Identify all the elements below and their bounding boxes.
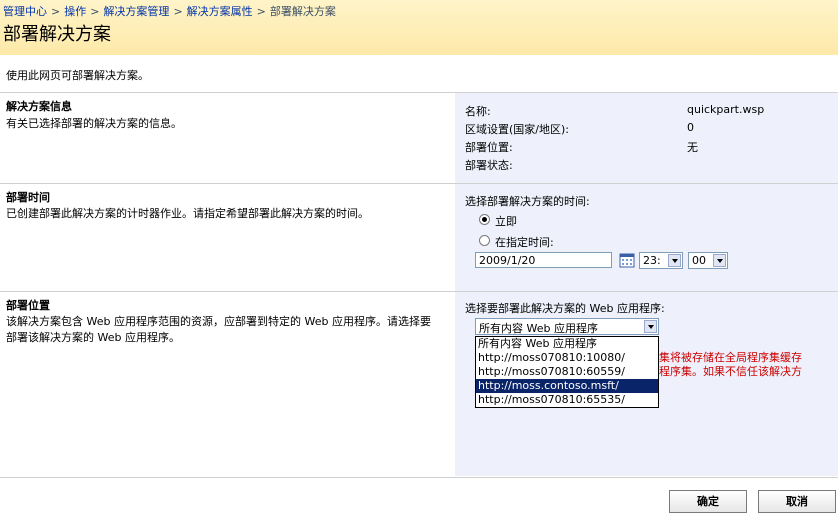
page-description: 使用此网页可部署解决方案。 <box>6 69 149 82</box>
solution-info-title: 解决方案信息 <box>6 100 72 113</box>
deploy-location-prompt: 选择要部署此解决方案的 Web 应用程序: <box>465 302 665 315</box>
calendar-icon[interactable] <box>619 252 635 268</box>
solution-info-description: 有关已选择部署的解决方案的信息。 <box>6 117 182 130</box>
deploy-location-description: 该解决方案包含 Web 应用程序范围的资源，应部署到特定的 Web 应用程序。请… <box>6 315 431 344</box>
locale-label: 区域设置(国家/地区): <box>465 123 569 136</box>
breadcrumb-solution-management[interactable]: 解决方案管理 <box>103 5 169 18</box>
dropdown-option[interactable]: http://moss070810:60559/ <box>476 365 658 379</box>
deployed-to-label: 部署位置: <box>465 141 513 154</box>
web-app-select-value: 所有内容 Web 应用程序 <box>479 322 598 335</box>
chevron-down-icon <box>713 254 726 267</box>
deployment-status-label: 部署状态: <box>465 159 513 172</box>
dropdown-option[interactable]: 所有内容 Web 应用程序 <box>476 337 658 351</box>
name-label: 名称: <box>465 105 491 118</box>
breadcrumb-separator: > <box>173 5 183 18</box>
deploy-time-title: 部署时间 <box>6 191 50 204</box>
radio-now[interactable] <box>479 214 490 225</box>
minute-select[interactable]: 00 <box>688 252 728 269</box>
warning-text-line2: 程序集。如果不信任该解决方 <box>659 365 802 378</box>
web-app-dropdown-list: 所有内容 Web 应用程序 http://moss070810:10080/ h… <box>475 336 659 408</box>
deploy-location-title: 部署位置 <box>6 299 50 312</box>
radio-specific-time[interactable] <box>479 235 490 246</box>
deployed-to-value: 无 <box>687 141 698 154</box>
divider <box>0 183 838 184</box>
page-header: 管理中心 > 操作 > 解决方案管理 > 解决方案属性 > 部署解决方案 部署解决方案 <box>0 0 838 55</box>
chevron-down-icon <box>668 254 681 267</box>
ok-button[interactable]: 确定 <box>669 490 747 513</box>
breadcrumb-solution-properties[interactable]: 解决方案属性 <box>187 5 253 18</box>
radio-specific-time-label: 在指定时间: <box>495 236 554 249</box>
name-value: quickpart.wsp <box>687 103 765 116</box>
hour-select-value: 23: <box>643 254 661 267</box>
page-title: 部署解决方案 <box>3 24 111 45</box>
divider <box>0 477 838 478</box>
web-app-select[interactable]: 所有内容 Web 应用程序 <box>475 318 659 335</box>
chevron-down-icon <box>644 320 657 333</box>
deploy-time-prompt: 选择部署解决方案的时间: <box>465 195 590 208</box>
dropdown-option-highlighted[interactable]: http://moss.contoso.msft/ <box>476 379 658 393</box>
breadcrumb-central-admin[interactable]: 管理中心 <box>3 5 47 18</box>
breadcrumb-separator: > <box>90 5 100 18</box>
hour-select[interactable]: 23: <box>639 252 683 269</box>
locale-value: 0 <box>687 121 694 134</box>
breadcrumb: 管理中心 > 操作 > 解决方案管理 > 解决方案属性 > 部署解决方案 <box>3 3 336 19</box>
minute-select-value: 00 <box>692 254 706 267</box>
breadcrumb-operations[interactable]: 操作 <box>64 5 86 18</box>
dropdown-option[interactable]: http://moss070810:10080/ <box>476 351 658 365</box>
radio-now-label: 立即 <box>495 215 517 228</box>
breadcrumb-separator: > <box>51 5 61 18</box>
breadcrumb-separator: > <box>256 5 266 18</box>
deploy-time-description: 已创建部署此解决方案的计时器作业。请指定希望部署此解决方案的时间。 <box>6 207 369 220</box>
divider <box>0 291 838 292</box>
cancel-button[interactable]: 取消 <box>758 490 836 513</box>
breadcrumb-current: 部署解决方案 <box>269 5 336 18</box>
date-input[interactable]: 2009/1/20 <box>475 252 612 268</box>
dropdown-option[interactable]: http://moss070810:65535/ <box>476 393 658 407</box>
